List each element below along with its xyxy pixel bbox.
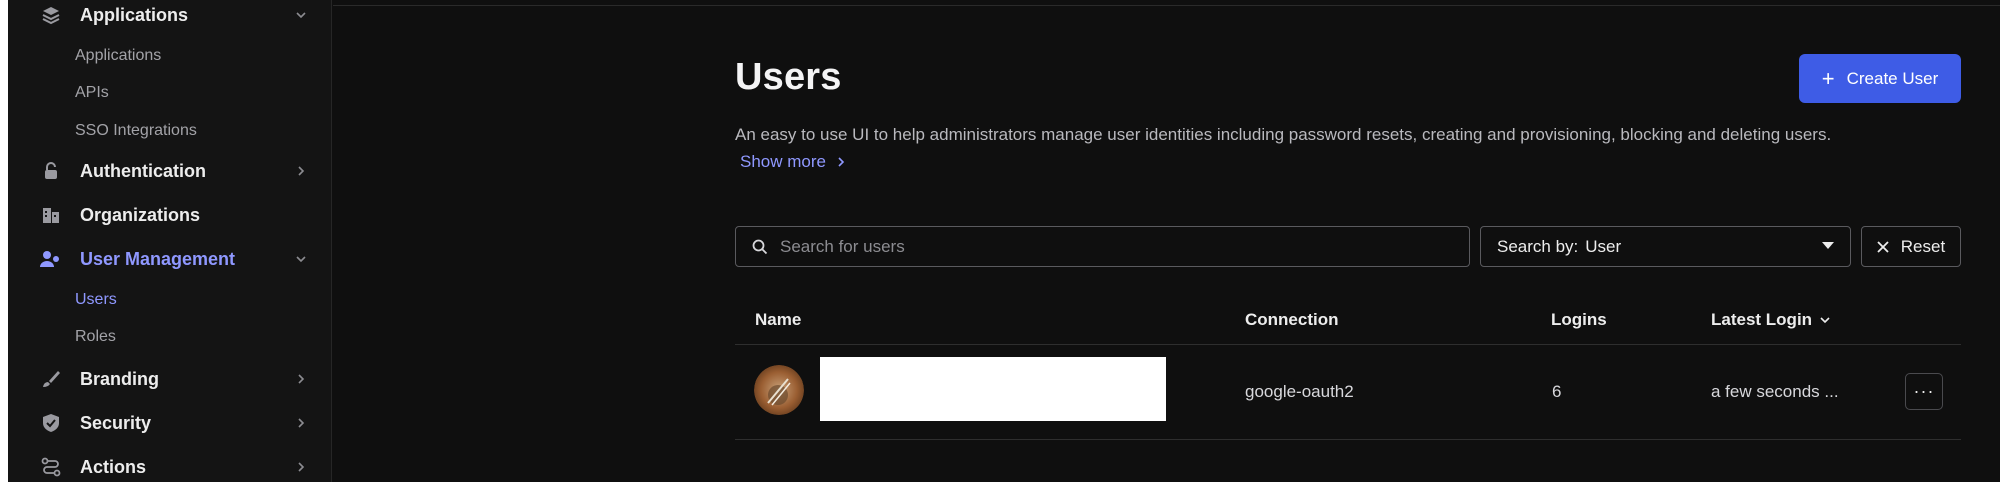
plus-icon: + xyxy=(1821,65,1835,91)
avatar xyxy=(754,365,804,415)
header-divider xyxy=(735,344,1961,345)
sidebar-item-user-management[interactable]: User Management xyxy=(40,242,310,276)
chevron-right-icon xyxy=(298,374,305,384)
chevron-right-icon xyxy=(298,166,305,176)
chevron-right-icon xyxy=(298,418,305,428)
sidebar-subitem-sso-integrations[interactable]: SSO Integrations xyxy=(75,118,197,144)
chevron-right-icon xyxy=(298,462,305,472)
sidebar-item-organizations[interactable]: Organizations xyxy=(40,198,310,232)
lock-icon xyxy=(40,160,62,182)
sidebar: Applications Applications APIs SSO Integ… xyxy=(8,0,332,482)
sidebar-item-applications[interactable]: Applications xyxy=(40,0,310,32)
shield-check-icon xyxy=(40,412,62,434)
users-icon xyxy=(40,248,62,270)
page-title: Users xyxy=(735,56,842,98)
caret-down-icon xyxy=(1822,242,1834,249)
reset-button[interactable]: Reset xyxy=(1861,226,1961,267)
brush-icon xyxy=(40,368,62,390)
sort-chevron-down-icon xyxy=(1820,317,1830,324)
column-header-latest-login[interactable]: Latest Login xyxy=(1711,310,1832,330)
close-icon xyxy=(1877,240,1889,253)
sidebar-item-label: Actions xyxy=(80,456,147,477)
sidebar-item-authentication[interactable]: Authentication xyxy=(40,154,310,188)
sidebar-item-security[interactable]: Security xyxy=(40,406,310,440)
search-by-select[interactable]: Search by: User xyxy=(1480,226,1851,267)
search-box[interactable] xyxy=(735,226,1470,267)
chevron-down-icon xyxy=(296,256,306,263)
search-icon xyxy=(752,239,768,254)
sidebar-subitem-roles[interactable]: Roles xyxy=(75,324,116,350)
search-by-label: Search by: xyxy=(1497,236,1579,256)
row-actions-button[interactable]: ··· xyxy=(1905,373,1943,410)
column-header-name: Name xyxy=(755,310,802,329)
column-header-connection: Connection xyxy=(1245,310,1339,329)
sidebar-subitem-apis[interactable]: APIs xyxy=(75,80,109,106)
more-options-icon: ··· xyxy=(1913,381,1935,401)
sidebar-item-actions[interactable]: Actions xyxy=(40,450,310,482)
sidebar-subitem-users[interactable]: Users xyxy=(75,287,117,313)
left-edge xyxy=(0,0,8,482)
layers-icon xyxy=(40,4,62,26)
sidebar-item-label: Security xyxy=(80,412,152,433)
create-user-button[interactable]: + Create User xyxy=(1799,54,1961,103)
logins-cell: 6 xyxy=(1552,382,1562,401)
column-header-logins: Logins xyxy=(1551,310,1607,329)
sidebar-item-label: Authentication xyxy=(80,160,206,181)
sidebar-subitem-applications[interactable]: Applications xyxy=(75,43,161,69)
connection-cell: google-oauth2 xyxy=(1245,382,1354,401)
chevron-right-icon xyxy=(838,157,845,167)
latest-login-label: Latest Login xyxy=(1711,310,1813,329)
sidebar-item-label: User Management xyxy=(80,248,236,269)
search-input[interactable] xyxy=(780,236,1430,257)
top-divider xyxy=(333,5,2000,6)
sidebar-item-label: Organizations xyxy=(80,204,201,225)
show-more-link[interactable]: Show more xyxy=(740,152,848,172)
sidebar-item-branding[interactable]: Branding xyxy=(40,362,310,396)
show-more-label: Show more xyxy=(740,152,826,171)
sidebar-item-label: Branding xyxy=(80,368,159,389)
reset-label: Reset xyxy=(1900,236,1946,256)
create-user-label: Create User xyxy=(1846,68,1939,88)
page-description: An easy to use UI to help administrators… xyxy=(735,125,1832,144)
chevron-down-icon xyxy=(296,12,306,19)
latest-login-cell: a few seconds ... xyxy=(1711,382,1839,401)
flow-icon xyxy=(40,456,62,478)
sidebar-item-label: Applications xyxy=(80,4,189,25)
search-by-value: User xyxy=(1585,236,1622,256)
building-icon xyxy=(40,204,62,226)
redacted-user-name xyxy=(820,357,1166,421)
row-divider xyxy=(735,439,1961,440)
